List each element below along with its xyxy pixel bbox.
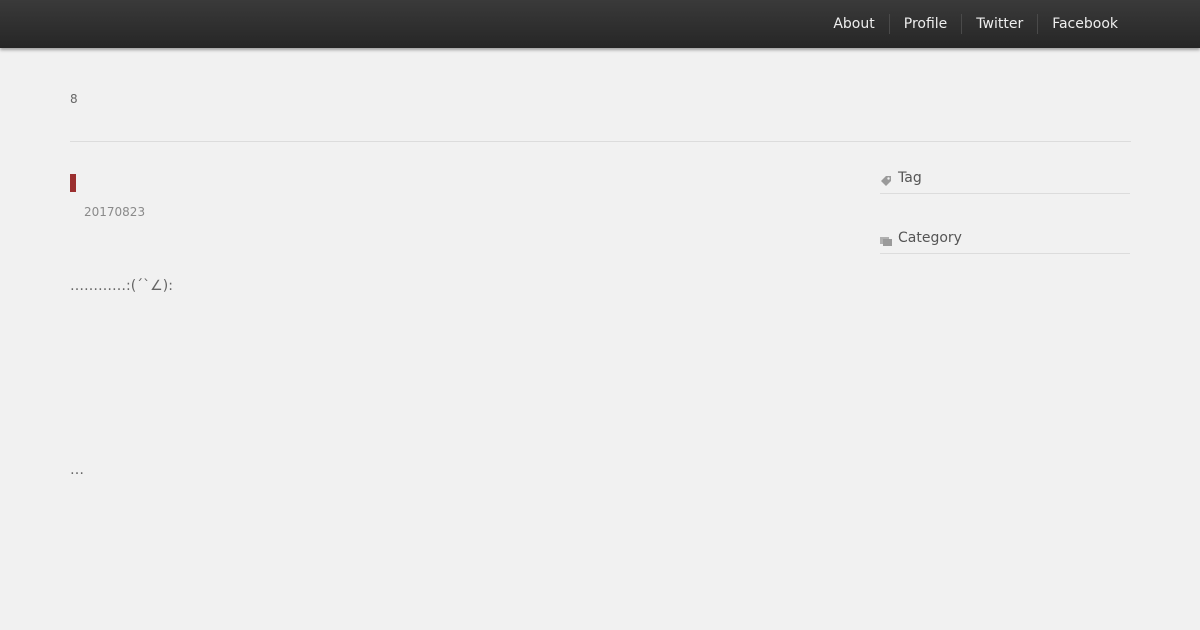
- tag-icon: [880, 172, 892, 186]
- nav-profile-link[interactable]: Profile: [888, 14, 962, 34]
- sidebar-tag-heading: Tag: [880, 163, 1130, 194]
- top-navigation-bar: About Profile Twitter Facebook: [0, 0, 1200, 48]
- folder-icon: [880, 232, 892, 246]
- nav-facebook-link[interactable]: Facebook: [1037, 14, 1132, 34]
- sidebar-category-heading: Category: [880, 223, 1130, 254]
- page-number: 8: [70, 92, 78, 106]
- nav-twitter-link[interactable]: Twitter: [961, 14, 1037, 34]
- header-divider: [70, 141, 1131, 142]
- post-ellipsis: …: [70, 462, 84, 478]
- main-nav: About Profile Twitter Facebook: [819, 0, 1132, 48]
- post-date: 20170823: [84, 205, 146, 219]
- post-title-marker: [70, 174, 76, 192]
- sidebar-category-label: Category: [898, 230, 962, 246]
- sidebar-tag-label: Tag: [898, 170, 922, 186]
- nav-about-link[interactable]: About: [819, 14, 888, 34]
- post-body-text: …………:(´`∠):: [70, 278, 173, 294]
